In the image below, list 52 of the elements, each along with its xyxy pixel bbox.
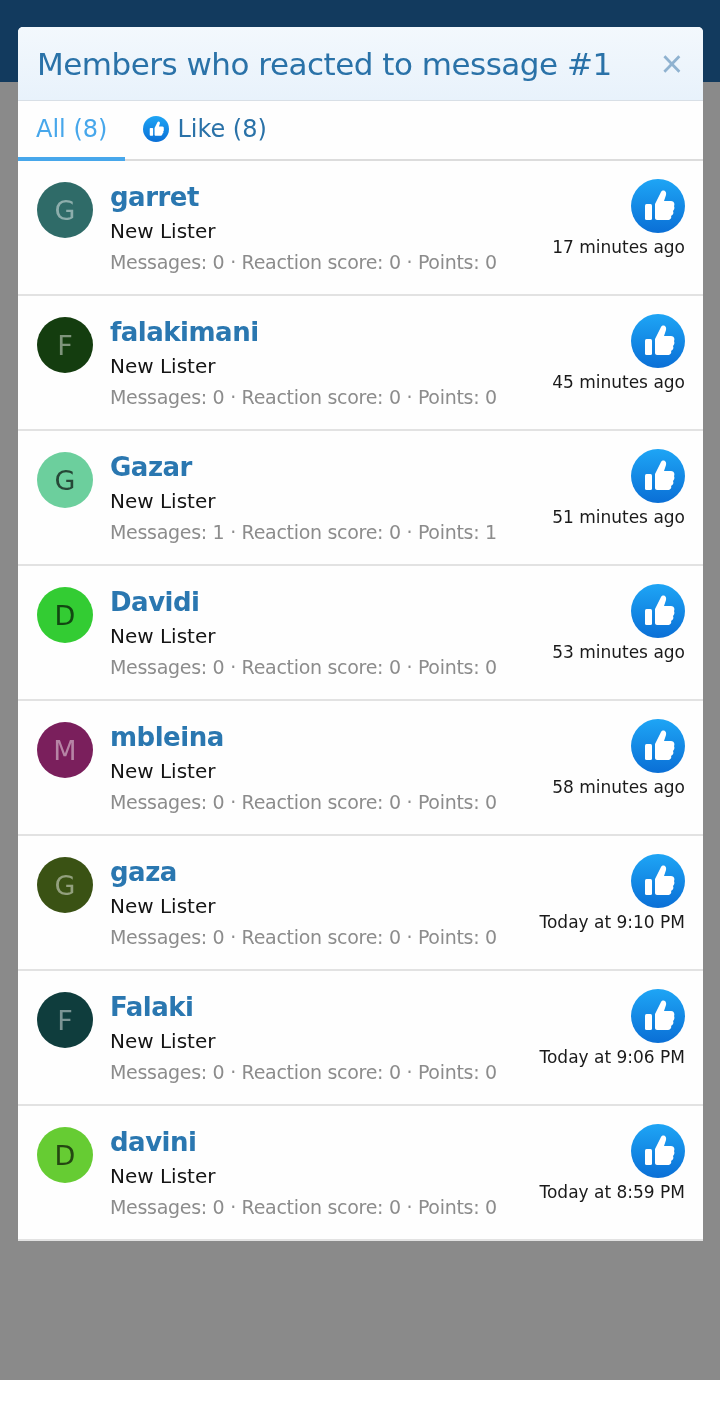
member-name[interactable]: Falaki xyxy=(110,989,523,1025)
like-icon xyxy=(631,314,685,368)
reaction-time: 58 minutes ago xyxy=(552,777,685,797)
reaction-time: Today at 9:10 PM xyxy=(539,912,685,932)
member-name[interactable]: mbleina xyxy=(110,719,536,755)
member-stats: Messages: 1 · Reaction score: 0 · Points: 1 xyxy=(110,520,498,545)
member-title: New Lister xyxy=(110,488,217,515)
avatar[interactable]: G xyxy=(37,857,93,913)
dialog-title: Members who reacted to message #1 xyxy=(37,45,612,82)
avatar[interactable]: F xyxy=(37,317,93,373)
reaction-time: 45 minutes ago xyxy=(552,372,685,392)
member-name[interactable]: davini xyxy=(110,1124,523,1160)
member-title: New Lister xyxy=(110,353,217,380)
reaction-time: Today at 9:06 PM xyxy=(539,1047,685,1067)
avatar[interactable]: D xyxy=(37,587,93,643)
reaction-time: 17 minutes ago xyxy=(552,237,685,257)
like-icon xyxy=(631,584,685,638)
avatar[interactable]: D xyxy=(37,1127,93,1183)
member-stats: Messages: 0 · Reaction score: 0 · Points: 0 xyxy=(110,385,498,410)
like-icon xyxy=(631,989,685,1043)
member-stats: Messages: 0 · Reaction score: 0 · Points: 0 xyxy=(110,655,498,680)
filter-tab[interactable]: All (8) xyxy=(18,101,126,161)
member-stats: Messages: 0 · Reaction score: 0 · Points: 0 xyxy=(110,925,498,950)
avatar[interactable]: G xyxy=(37,182,93,238)
member-name[interactable]: garret xyxy=(110,179,536,215)
member-title: New Lister xyxy=(110,218,217,245)
member-title: New Lister xyxy=(110,893,217,920)
member-name[interactable]: gaza xyxy=(110,854,523,890)
member-stats: Messages: 0 · Reaction score: 0 · Points: 0 xyxy=(110,1195,498,1220)
like-icon xyxy=(631,854,685,908)
member-stats: Messages: 0 · Reaction score: 0 · Points: 0 xyxy=(110,1060,498,1085)
reaction-time: 51 minutes ago xyxy=(552,507,685,527)
like-icon xyxy=(631,719,685,773)
reaction-time: 53 minutes ago xyxy=(552,642,685,662)
like-icon xyxy=(631,1124,685,1178)
member-title: New Lister xyxy=(110,1163,217,1190)
member-stats: Messages: 0 · Reaction score: 0 · Points: 0 xyxy=(110,250,498,275)
member-title: New Lister xyxy=(110,1028,217,1055)
member-name[interactable]: Davidi xyxy=(110,584,536,620)
member-name[interactable]: Gazar xyxy=(110,449,536,485)
member-title: New Lister xyxy=(110,758,217,785)
member-title: New Lister xyxy=(110,623,217,650)
like-icon xyxy=(631,179,685,233)
like-icon xyxy=(143,116,170,142)
member-name[interactable]: falakimani xyxy=(110,314,536,350)
like-icon xyxy=(631,449,685,503)
avatar[interactable]: M xyxy=(37,722,93,778)
avatar[interactable]: G xyxy=(37,452,93,508)
filter-tab[interactable]: Like (8) xyxy=(125,101,285,161)
avatar[interactable]: F xyxy=(37,992,93,1048)
member-stats: Messages: 0 · Reaction score: 0 · Points: 0 xyxy=(110,790,498,815)
reaction-time: Today at 8:59 PM xyxy=(539,1182,685,1202)
